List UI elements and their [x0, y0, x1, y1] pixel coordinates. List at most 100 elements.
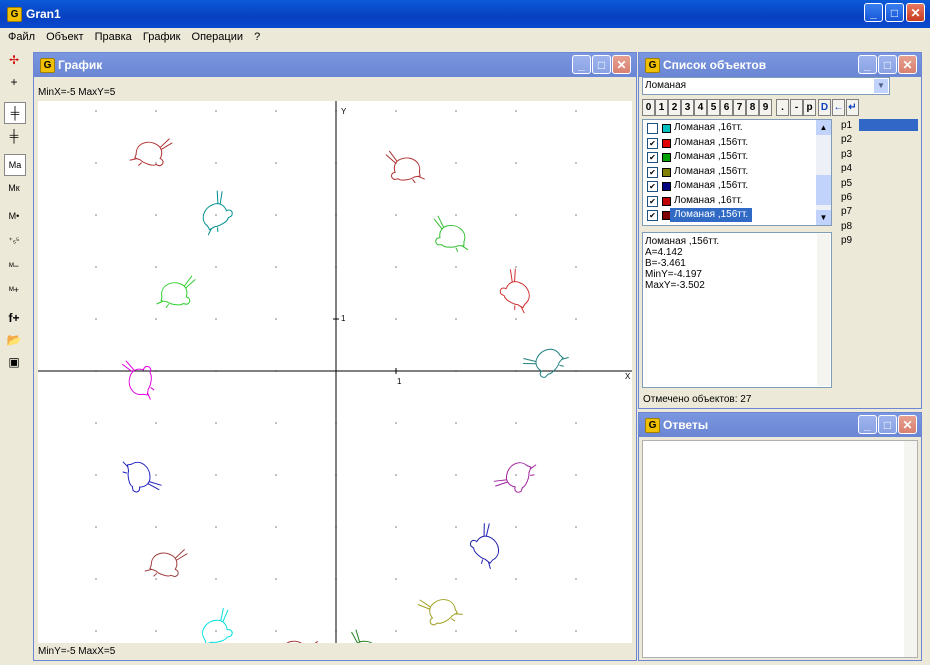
visibility-checkbox[interactable]: ✔: [647, 195, 658, 207]
grid-dot: [95, 630, 97, 632]
graph-minimize-button[interactable]: _: [572, 55, 591, 74]
object-list-item[interactable]: ✔ Ломаная ,156тт.: [646, 179, 814, 193]
graph-maximize-button[interactable]: □: [592, 55, 611, 74]
m-a-tool-icon[interactable]: Mа: [4, 154, 26, 176]
cross-tool-icon[interactable]: ╪: [4, 102, 26, 124]
objects-minimize-button[interactable]: _: [858, 55, 877, 74]
scale-tool-icon[interactable]: ⁺₅⁵: [4, 230, 24, 250]
graph-canvas[interactable]: Y X 1 1: [38, 101, 632, 643]
answers-close-button[interactable]: ✕: [898, 415, 917, 434]
object-type-dropdown[interactable]: Ломаная ▼: [642, 77, 890, 95]
menu-help[interactable]: ?: [254, 31, 260, 43]
add-point-icon[interactable]: +: [4, 72, 24, 92]
open-folder-icon[interactable]: 📂: [4, 330, 24, 350]
rabbit-polyline[interactable]: [117, 360, 158, 400]
answers-minimize-button[interactable]: _: [858, 415, 877, 434]
rabbit-polyline[interactable]: [385, 146, 425, 187]
m-plus-tool-icon[interactable]: ᴹ+: [4, 280, 24, 300]
key-button[interactable]: D: [818, 99, 831, 116]
param-selected-field[interactable]: [859, 119, 918, 131]
param-item[interactable]: p2: [841, 133, 859, 146]
menu-edit[interactable]: Правка: [95, 31, 132, 43]
maximize-button[interactable]: □: [885, 3, 904, 22]
menu-object[interactable]: Объект: [46, 31, 83, 43]
chevron-down-icon[interactable]: ▼: [874, 79, 888, 93]
scroll-thumb[interactable]: [816, 175, 831, 205]
param-item[interactable]: p7: [841, 205, 859, 218]
param-item[interactable]: p8: [841, 220, 859, 233]
key-button[interactable]: 0: [642, 99, 655, 116]
rabbit-polyline[interactable]: [463, 521, 512, 570]
rabbit-polyline[interactable]: [274, 626, 321, 643]
param-item[interactable]: p5: [841, 177, 859, 190]
add-point-red-icon[interactable]: ✢: [4, 50, 24, 70]
object-list-item[interactable]: Ломаная ,16тт.: [646, 121, 814, 135]
rabbit-polyline[interactable]: [194, 607, 236, 643]
object-list-item[interactable]: ✔ Ломаная ,156тт.: [646, 165, 814, 179]
key-button[interactable]: 6: [720, 99, 733, 116]
rabbit-polyline[interactable]: [191, 189, 238, 237]
object-list-item[interactable]: ✔ Ломаная ,156тт.: [646, 136, 814, 150]
rabbit-polyline[interactable]: [129, 128, 173, 173]
key-button[interactable]: 4: [694, 99, 707, 116]
visibility-checkbox[interactable]: ✔: [647, 166, 658, 178]
minimize-button[interactable]: _: [864, 3, 883, 22]
m-k-tool-icon[interactable]: Mк: [4, 178, 24, 198]
rabbit-polyline[interactable]: [492, 453, 537, 497]
param-item[interactable]: p1: [841, 119, 859, 132]
visibility-checkbox[interactable]: ✔: [647, 210, 658, 221]
object-list-item[interactable]: ✔ Ломаная ,156тт.: [646, 208, 814, 222]
key-button[interactable]: 9: [759, 99, 772, 116]
visibility-checkbox[interactable]: [647, 123, 658, 134]
menu-graph[interactable]: График: [143, 31, 181, 43]
scroll-up-icon[interactable]: ▲: [816, 120, 831, 135]
rabbit-polyline[interactable]: [494, 267, 541, 315]
info-scrollbar[interactable]: [817, 234, 830, 386]
param-item[interactable]: p4: [841, 162, 859, 175]
param-item[interactable]: p6: [841, 191, 859, 204]
m-minus-tool-icon[interactable]: ᴹ−: [4, 256, 24, 276]
graph-close-button[interactable]: ✕: [612, 55, 631, 74]
save-disk-icon[interactable]: ▣: [4, 352, 24, 372]
visibility-checkbox[interactable]: ✔: [647, 152, 658, 163]
answers-maximize-button[interactable]: □: [878, 415, 897, 434]
rabbit-polyline[interactable]: [433, 215, 469, 253]
key-button[interactable]: p: [803, 99, 816, 116]
rabbit-polyline[interactable]: [416, 585, 463, 633]
menu-file[interactable]: Файл: [8, 31, 35, 43]
visibility-checkbox[interactable]: ✔: [647, 181, 658, 192]
rabbit-polyline[interactable]: [521, 335, 570, 384]
objects-maximize-button[interactable]: □: [878, 55, 897, 74]
key-button[interactable]: 2: [668, 99, 681, 116]
key-button[interactable]: 1: [655, 99, 668, 116]
visibility-checkbox[interactable]: ✔: [647, 137, 658, 149]
menu-operations[interactable]: Операции: [192, 31, 243, 43]
key-button[interactable]: 3: [681, 99, 694, 116]
answers-scrollbar[interactable]: [904, 441, 917, 657]
grid-dot: [395, 422, 397, 424]
rabbit-polyline[interactable]: [346, 629, 386, 643]
rabbit-polyline[interactable]: [156, 271, 196, 312]
key-button[interactable]: 8: [746, 99, 759, 116]
key-button[interactable]: ←: [832, 99, 845, 116]
function-add-icon[interactable]: f+: [4, 308, 24, 328]
objects-close-button[interactable]: ✕: [898, 55, 917, 74]
object-list-scrollbar[interactable]: ▲ ▼: [816, 120, 831, 225]
answers-title: Ответы: [663, 418, 709, 432]
key-button[interactable]: 7: [733, 99, 746, 116]
key-button[interactable]: ↵: [846, 99, 859, 116]
cross-tool-2-icon[interactable]: ╪: [4, 126, 24, 146]
grid-dot: [455, 110, 457, 112]
object-list-item[interactable]: ✔ Ломаная ,16тт.: [646, 194, 814, 208]
param-item[interactable]: p9: [841, 234, 859, 247]
key-button[interactable]: .: [776, 99, 789, 116]
rabbit-polyline[interactable]: [144, 539, 188, 584]
key-button[interactable]: 5: [707, 99, 720, 116]
close-button[interactable]: ✕: [906, 3, 925, 22]
m-dot-tool-icon[interactable]: M•: [4, 206, 24, 226]
scroll-down-icon[interactable]: ▼: [816, 210, 831, 225]
param-item[interactable]: p3: [841, 148, 859, 161]
key-button[interactable]: -: [790, 99, 803, 116]
answers-text-area[interactable]: [642, 440, 918, 658]
object-list-item[interactable]: ✔ Ломаная ,156тт.: [646, 150, 814, 164]
